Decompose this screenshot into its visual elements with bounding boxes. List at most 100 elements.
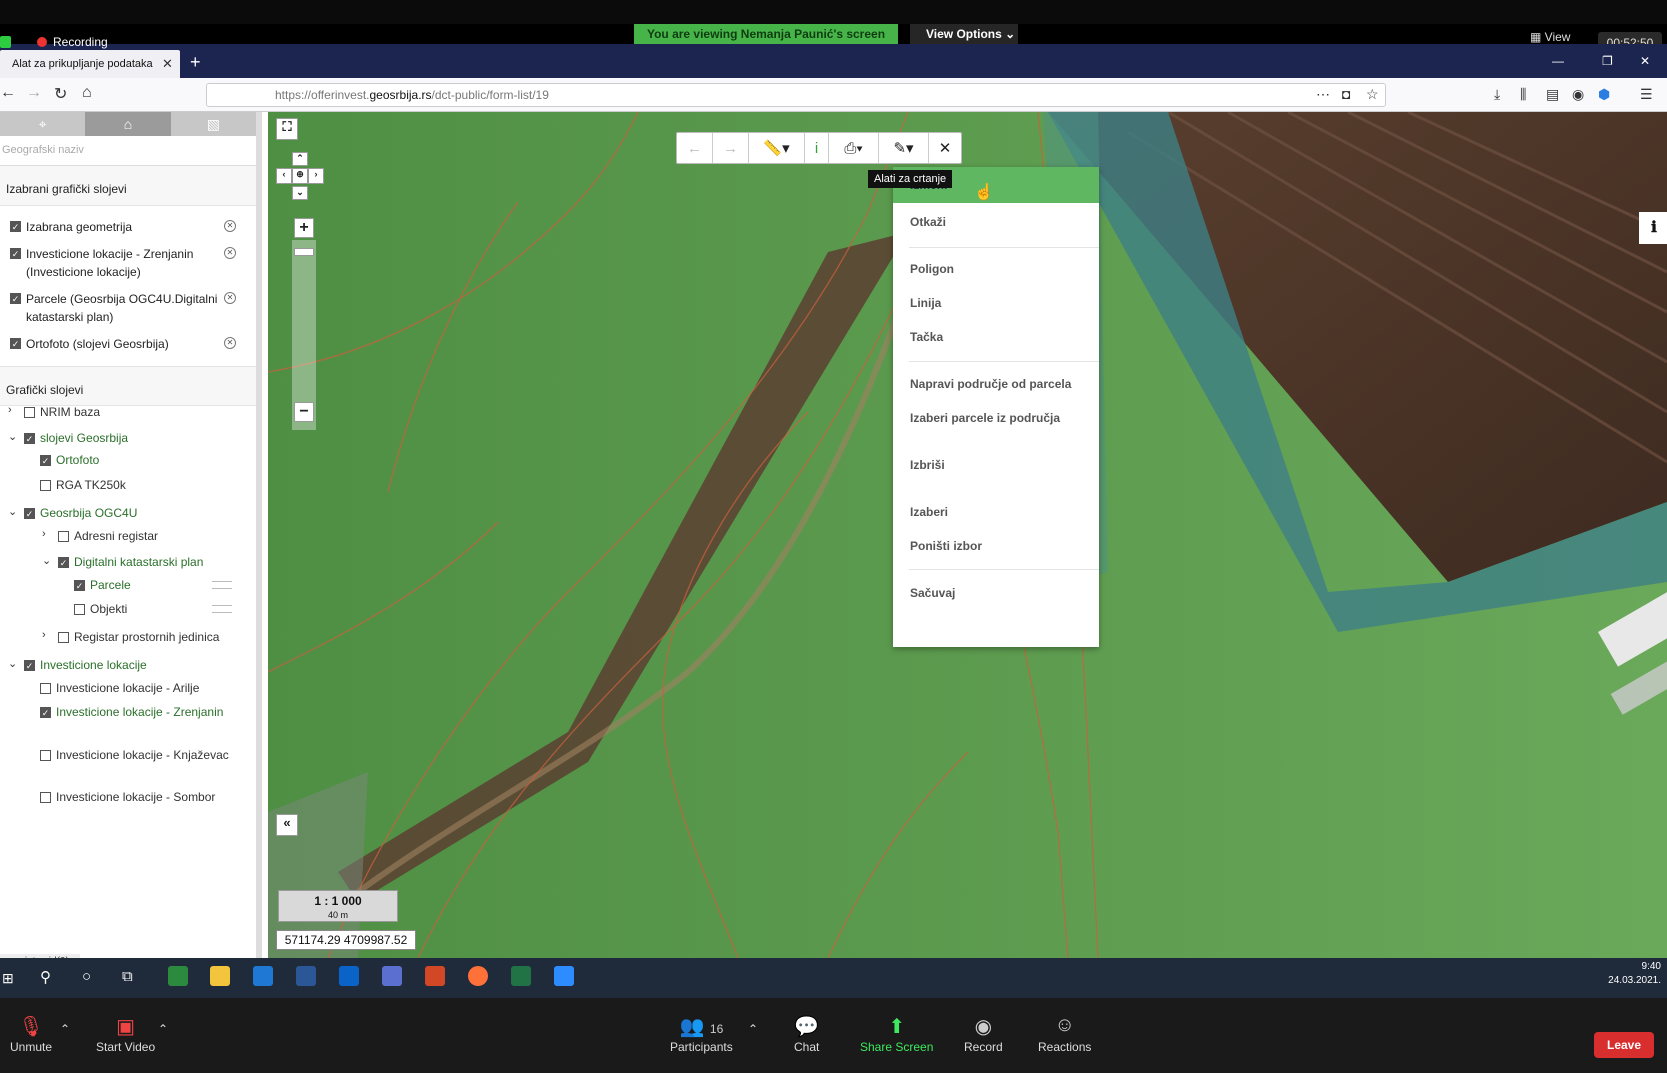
- menu-icon[interactable]: ☰: [1640, 86, 1653, 103]
- pocket-icon[interactable]: ◘: [1342, 86, 1350, 102]
- share-screen-button[interactable]: ⬆ Share Screen: [860, 1014, 933, 1054]
- participants-button[interactable]: 👥 16 Participants: [670, 1014, 733, 1054]
- excel-icon[interactable]: [511, 966, 531, 986]
- layer-checkbox[interactable]: [40, 792, 51, 803]
- layer-tree-item[interactable]: Investicione lokacije - Sombor: [56, 789, 240, 807]
- layer-checkbox[interactable]: ✓: [24, 433, 35, 444]
- chevron-right-icon[interactable]: ›: [42, 528, 46, 540]
- download-icon[interactable]: ⤓: [1494, 86, 1500, 103]
- menu-item-clear-selection[interactable]: Poništi izbor: [893, 528, 1099, 564]
- selected-layer-item[interactable]: ✓ Izabrana geometrija ✕: [0, 212, 256, 239]
- zoom-out-icon[interactable]: −: [294, 402, 314, 422]
- selected-layer-item[interactable]: ✓ Investicione lokacije - Zrenjanin (Inve…: [0, 239, 256, 284]
- address-bar[interactable]: https://offerinvest.geosrbija.rs/dct-pub…: [206, 83, 1386, 107]
- layer-tree-item[interactable]: Digitalni katastarski plan: [74, 554, 240, 572]
- participants-chevron-icon[interactable]: ⌃: [748, 1022, 758, 1036]
- new-tab-icon[interactable]: +: [190, 52, 201, 73]
- view-options-button[interactable]: View Options ⌄: [910, 24, 1018, 44]
- layer-checkbox[interactable]: [40, 480, 51, 491]
- firefox-icon[interactable]: [468, 966, 488, 986]
- chevron-right-icon[interactable]: ›: [42, 629, 46, 641]
- layer-checkbox[interactable]: ✓: [10, 338, 21, 349]
- layer-tree-item[interactable]: Investicione lokacije - Arilje: [56, 680, 240, 698]
- layer-tree-item[interactable]: Investicione lokacije: [40, 657, 240, 675]
- menu-item-select[interactable]: Izaberi: [893, 494, 1099, 530]
- zoom-slider-handle[interactable]: [294, 248, 314, 256]
- menu-item-polygon[interactable]: Poligon: [893, 251, 1099, 287]
- geo-name-search-input[interactable]: Geografski naziv: [0, 136, 256, 166]
- forward-icon[interactable]: →: [26, 84, 42, 102]
- menu-item-area-from-parcels[interactable]: Napravi područje od parcela: [893, 366, 1099, 402]
- more-icon[interactable]: ⋯: [1316, 86, 1330, 103]
- remove-layer-icon[interactable]: ✕: [224, 220, 236, 232]
- layer-tree-item[interactable]: NRIM baza: [40, 404, 240, 422]
- bookmark-star-icon[interactable]: ☆: [1366, 86, 1379, 103]
- pan-up-icon[interactable]: ⌃: [292, 152, 308, 166]
- remove-layer-icon[interactable]: ✕: [224, 247, 236, 259]
- layer-checkbox[interactable]: ✓: [58, 557, 69, 568]
- fullscreen-icon[interactable]: ⛶: [276, 118, 298, 140]
- search-icon[interactable]: ⚲: [40, 968, 51, 986]
- chevron-right-icon[interactable]: ›: [8, 404, 12, 416]
- map-canvas[interactable]: ⛶ ⌃ ‹ ⊕ › ⌄ + − ← → 📏▾ i ⎙▾ ✎▾ ✕ Izmeni …: [268, 112, 1667, 958]
- menu-item-line[interactable]: Linija: [893, 285, 1099, 321]
- layer-checkbox[interactable]: [74, 604, 85, 615]
- minimize-icon[interactable]: —: [1552, 54, 1564, 68]
- layer-tree-item[interactable]: Investicione lokacije - Knjaževac: [56, 747, 240, 765]
- layer-checkbox[interactable]: [24, 407, 35, 418]
- layer-checkbox[interactable]: [58, 531, 69, 542]
- reload-icon[interactable]: ↻: [54, 84, 67, 104]
- menu-item-save[interactable]: Sačuvaj: [893, 575, 1099, 611]
- collapse-panel-icon[interactable]: «: [276, 814, 298, 836]
- library-icon[interactable]: ⫼: [1520, 86, 1526, 103]
- sidebar-icon[interactable]: ▤: [1546, 86, 1559, 103]
- scale-control[interactable]: 1 : 1 000 40 m: [278, 890, 398, 922]
- restore-icon[interactable]: ❐: [1602, 54, 1613, 68]
- menu-item-cancel[interactable]: Otkaži: [893, 204, 1099, 240]
- menu-item-delete[interactable]: Izbriši: [893, 447, 1099, 483]
- selected-layer-item[interactable]: ✓ Parcele (Geosrbija OGC4U.Digitalni kata…: [0, 284, 256, 329]
- layer-checkbox[interactable]: [40, 683, 51, 694]
- start-video-button[interactable]: ▣ Start Video: [96, 1014, 155, 1054]
- chevron-down-icon[interactable]: ⌄: [8, 430, 17, 443]
- layer-tree-item[interactable]: Geosrbija OGC4U: [40, 505, 240, 523]
- layer-tree-item[interactable]: slojevi Geosrbija: [40, 430, 240, 448]
- drawing-tools-icon[interactable]: ✎▾: [879, 133, 929, 163]
- zoom-in-icon[interactable]: +: [294, 218, 314, 238]
- selected-layer-item[interactable]: ✓ Ortofoto (slojevi Geosrbija) ✕: [0, 329, 256, 356]
- info-icon[interactable]: ℹ: [1639, 212, 1667, 244]
- chevron-down-icon[interactable]: ⌄: [8, 657, 17, 670]
- extension-shield-icon[interactable]: ⬢: [1598, 86, 1610, 103]
- remove-layer-icon[interactable]: ✕: [224, 337, 236, 349]
- word-icon[interactable]: [296, 966, 316, 986]
- layer-tree-item[interactable]: Registar prostornih jedinica: [74, 629, 240, 647]
- pan-down-icon[interactable]: ⌄: [292, 186, 308, 200]
- layer-checkbox[interactable]: ✓: [10, 293, 21, 304]
- edge-icon[interactable]: [253, 966, 273, 986]
- pycharm-icon[interactable]: [168, 966, 188, 986]
- window-close-icon[interactable]: ✕: [1640, 54, 1650, 68]
- windows-start-icon[interactable]: ⊞: [2, 970, 14, 987]
- outlook-icon[interactable]: [339, 966, 359, 986]
- layer-tree-item[interactable]: RGA TK250k: [56, 477, 240, 495]
- browser-tab[interactable]: Alat za prikupljanje podataka ✕: [0, 50, 180, 78]
- video-options-chevron-icon[interactable]: ⌃: [158, 1022, 168, 1036]
- chevron-down-icon[interactable]: ⌄: [8, 505, 17, 518]
- measure-icon[interactable]: 📏▾: [749, 133, 805, 163]
- back-icon[interactable]: ←: [0, 84, 16, 102]
- layer-checkbox[interactable]: ✓: [40, 707, 51, 718]
- unmute-button[interactable]: 🎙 Unmute: [10, 1014, 52, 1054]
- view-button[interactable]: ▦ View: [1530, 30, 1570, 44]
- zoom-app-icon[interactable]: [554, 966, 574, 986]
- layer-checkbox[interactable]: ✓: [74, 580, 85, 591]
- map-tab-icon[interactable]: ▧: [171, 112, 256, 136]
- close-icon[interactable]: ✕: [162, 50, 173, 78]
- layer-checkbox[interactable]: [58, 632, 69, 643]
- pan-center-icon[interactable]: ⊕: [292, 168, 308, 184]
- teams-icon[interactable]: [382, 966, 402, 986]
- signpost-tab-icon[interactable]: ⌖: [0, 112, 85, 136]
- info-tool-icon[interactable]: i: [805, 133, 829, 163]
- leave-button[interactable]: Leave: [1594, 1032, 1654, 1058]
- powerpoint-icon[interactable]: [425, 966, 445, 986]
- audio-options-chevron-icon[interactable]: ⌃: [60, 1022, 70, 1036]
